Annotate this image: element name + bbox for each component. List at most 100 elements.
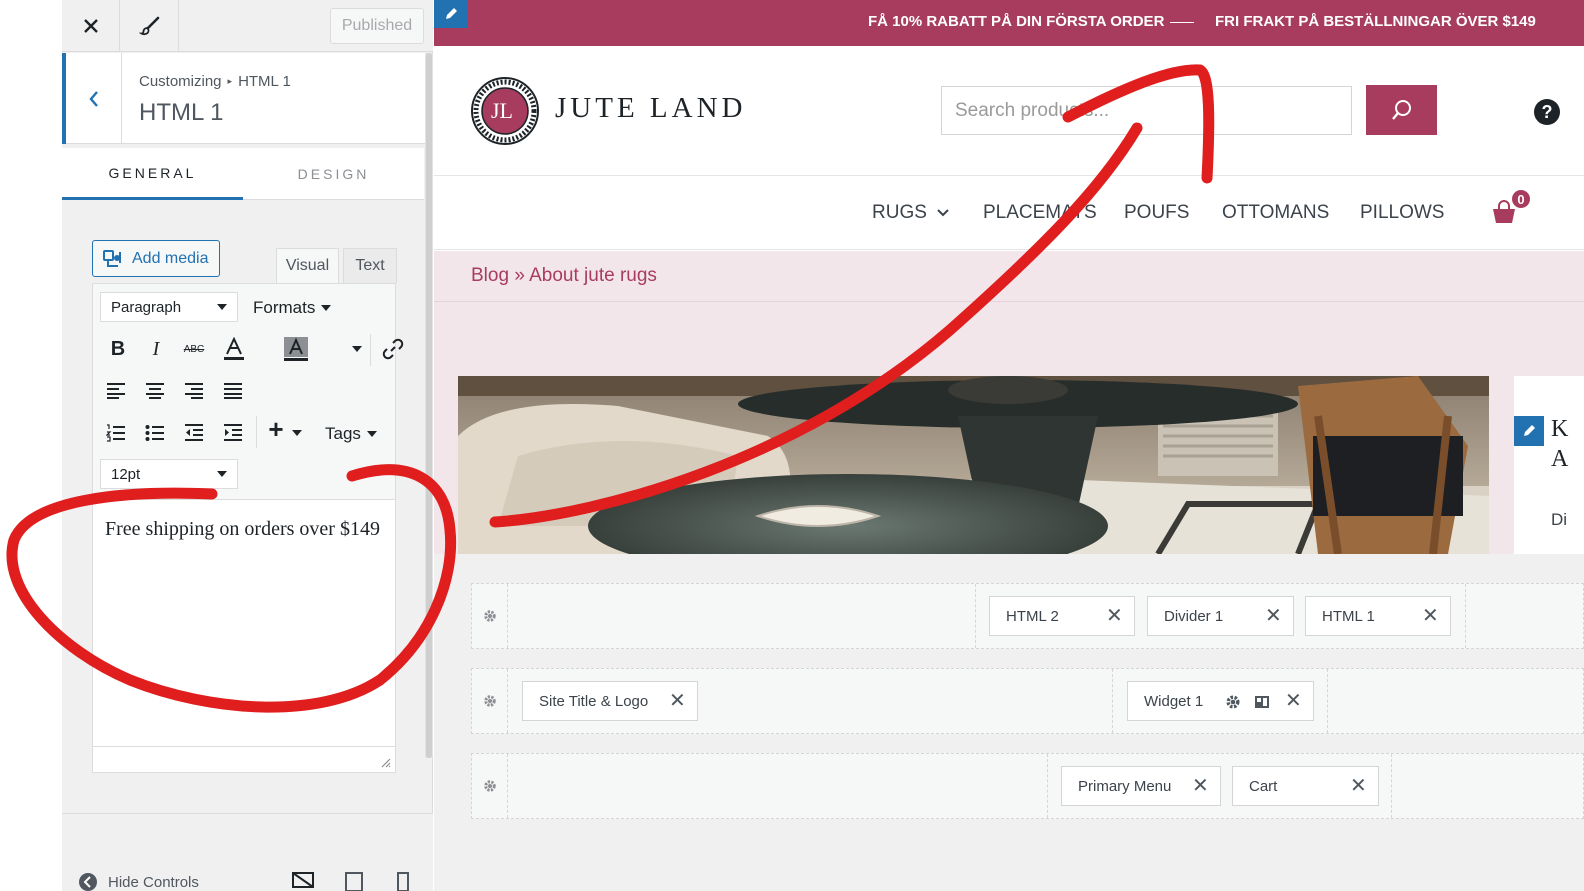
product-search-input[interactable]: Search products... [941,86,1352,135]
italic-icon: I [152,337,160,360]
edit-shortcut-button[interactable] [434,0,467,28]
row-zone-divider [1465,584,1466,648]
builder-item-label: HTML 1 [1322,607,1375,625]
insert-button[interactable]: + [259,412,293,446]
formats-label: Formats [253,298,316,317]
bullet-list-button[interactable] [138,416,172,450]
edit-shortcut-button[interactable] [1514,416,1544,446]
tags-dropdown[interactable]: Tags [325,424,377,444]
breadcrumb-blog-link[interactable]: Blog [471,265,509,286]
tab-design[interactable]: DESIGN [243,148,424,200]
builder-item-html-2[interactable]: HTML 2 ✕ [989,596,1135,636]
hide-controls-button[interactable]: Hide Controls [78,872,199,891]
builder-item-label: Divider 1 [1164,607,1224,625]
row-zone-divider [1391,754,1392,818]
nav-item-rugs[interactable]: RUGS [872,202,949,224]
insert-link-button[interactable] [376,332,410,366]
remove-item-icon[interactable]: ✕ [1192,776,1209,796]
desktop-preview-icon[interactable] [292,872,314,891]
remove-item-icon[interactable]: ✕ [1265,606,1282,626]
cart-count-badge: 0 [1510,188,1532,210]
caret-down-icon[interactable] [352,346,362,352]
row-settings-button[interactable] [472,584,508,648]
logo-initials: JL [491,98,513,123]
tab-general[interactable]: GENERAL [62,148,243,200]
tablet-preview-icon[interactable] [344,872,364,891]
numbered-list-button[interactable] [99,416,133,450]
background-color-button[interactable] [279,332,313,366]
outdent-icon [185,424,203,441]
tab-visual[interactable]: Visual [276,248,339,283]
panel-tabs: GENERAL DESIGN [62,148,424,200]
hide-controls-label: Hide Controls [108,873,199,891]
row-settings-button[interactable] [472,669,508,733]
promo-message-1: FÅ 10% RABATT PÅ DIN FÖRSTA ORDER [868,13,1165,30]
indent-button[interactable] [216,416,250,450]
panel-scrollbar[interactable] [426,53,432,758]
builder-item-site-title-logo[interactable]: Site Title & Logo ✕ [522,681,698,721]
remove-item-icon[interactable]: ✕ [1285,691,1302,711]
bold-button[interactable]: B [101,332,135,366]
remove-item-icon[interactable]: ✕ [1422,606,1439,626]
published-button[interactable]: Published [330,8,424,44]
strikethrough-button[interactable]: ABC [177,332,211,366]
builder-item-divider-1[interactable]: Divider 1 ✕ [1147,596,1294,636]
nav-item-poufs[interactable]: POUFS [1124,202,1189,224]
breadcrumb-separator: ▸ [227,76,233,86]
header-builder: HTML 2 ✕ Divider 1 ✕ HTML 1 ✕ Site Title & … [434,554,1584,891]
outdent-button[interactable] [177,416,211,450]
section-title: HTML 1 [139,99,224,126]
editor-content[interactable]: Free shipping on orders over $149 [105,514,385,545]
remove-item-icon[interactable]: ✕ [669,691,686,711]
row-zone-divider [1047,754,1048,818]
remove-item-icon[interactable]: ✕ [1106,606,1123,626]
tab-text[interactable]: Text [343,248,397,283]
caret-down-icon[interactable] [292,430,302,436]
site-title[interactable]: JUTE LAND [555,92,746,125]
indent-icon [224,424,242,441]
font-size-value: 12pt [111,465,141,483]
text-color-button[interactable] [217,332,251,366]
media-icon [103,249,121,267]
search-button[interactable] [1366,85,1437,135]
italic-button[interactable]: I [139,332,173,366]
sidebar-letter: Di [1551,510,1568,529]
align-right-icon [185,383,203,399]
sidebar-widget: K A Di [1514,376,1584,554]
font-size-select[interactable]: 12pt [100,459,238,489]
chevron-left-icon [88,90,98,107]
help-icon[interactable]: ? [1534,99,1560,125]
builder-item-html-1[interactable]: HTML 1 ✕ [1305,596,1451,636]
builder-item-widget-1[interactable]: Widget 1 ✕ [1127,681,1314,721]
align-left-button[interactable] [99,374,133,408]
widget-layout-icon[interactable] [1255,695,1269,709]
align-center-button[interactable] [138,374,172,408]
align-right-button[interactable] [177,374,211,408]
builder-row-top: HTML 2 ✕ Divider 1 ✕ HTML 1 ✕ [471,583,1584,649]
block-format-select[interactable]: Paragraph [100,292,238,322]
mobile-preview-icon[interactable] [396,872,410,891]
nav-item-ottomans[interactable]: OTTOMANS [1222,202,1329,224]
builder-item-label: Primary Menu [1078,777,1172,795]
resize-handle-icon[interactable] [379,756,391,768]
nav-item-label: RUGS [872,202,927,223]
gear-icon [483,695,496,707]
gear-icon[interactable] [1225,694,1241,710]
builder-item-primary-menu[interactable]: Primary Menu ✕ [1061,766,1221,806]
customizer-brush-button[interactable] [121,0,179,52]
nav-item-pillows[interactable]: PILLOWS [1360,202,1444,224]
align-justify-button[interactable] [216,374,250,408]
row-zone-divider [975,584,976,648]
nav-item-placemats[interactable]: PLACEMATS [983,202,1097,224]
back-button[interactable] [62,53,122,144]
remove-item-icon[interactable]: ✕ [1350,776,1367,796]
row-settings-button[interactable] [472,754,508,818]
toolbar-divider [256,416,257,448]
add-media-button[interactable]: Add media [92,240,220,277]
customizer-footer: Hide Controls [62,813,433,891]
formats-dropdown[interactable]: Formats [253,298,332,318]
builder-item-label: HTML 2 [1006,607,1059,625]
caret-down-icon [321,305,332,311]
builder-item-cart[interactable]: Cart ✕ [1232,766,1379,806]
close-customizer-button[interactable] [62,0,120,52]
